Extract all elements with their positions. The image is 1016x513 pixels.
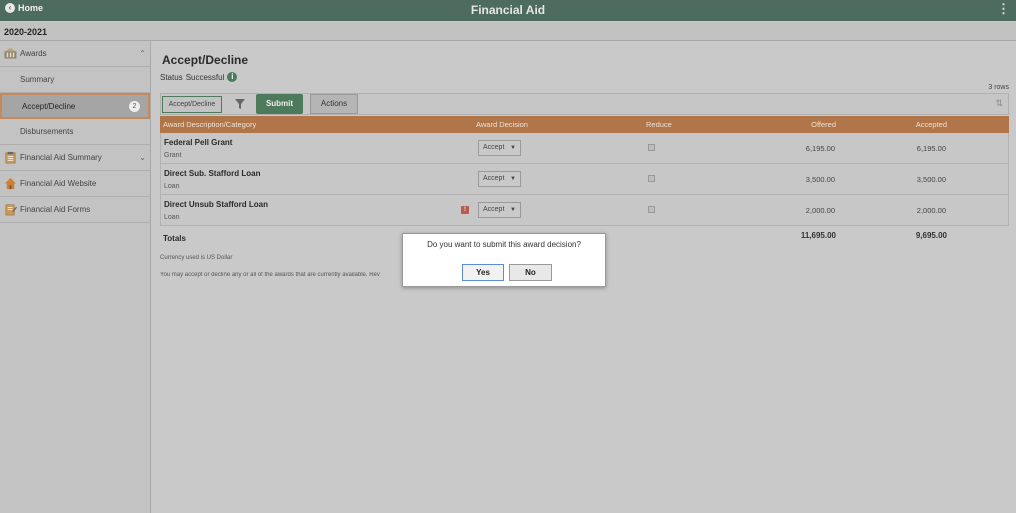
reduce-checkbox[interactable] [648,206,655,213]
reduce-checkbox[interactable] [648,144,655,151]
column-header-description[interactable]: Award Description/Category [163,120,256,129]
accepted-amount: 2,000.00 [916,206,946,215]
offered-amount: 6,195.00 [805,144,835,153]
award-name: Direct Unsub Stafford Loan [164,200,269,209]
column-header-accepted[interactable]: Accepted [916,120,947,129]
clipboard-icon [5,151,16,164]
submit-button[interactable]: Submit [256,94,303,114]
sidebar-item-label: Summary [20,75,55,84]
info-note: You may accept or decline any or all of … [160,272,380,278]
filter-icon[interactable] [234,97,246,111]
offered-amount: 3,500.00 [805,175,835,184]
chevron-up-icon: ⌃ [139,49,146,58]
sidebar-item-label: Financial Aid Forms [20,205,91,214]
select-value: Accept [483,144,505,151]
sidebar-item-financial-aid-forms[interactable]: Financial Aid Forms [0,197,150,223]
totals-offered: 11,695.00 [800,231,836,240]
table-row: Direct Sub. Stafford Loan Loan Accept ▼ 3… [160,164,1009,195]
awards-grid: Award Description/Category Award Decisio… [160,116,1009,248]
grid-toolbar: Accept/Decline Submit Actions ⇅ [160,93,1009,115]
table-row: Federal Pell Grant Grant Accept ▼ 6,195.0… [160,133,1009,164]
totals-label: Totals [163,234,186,243]
sidebar-item-accept-decline[interactable]: Accept/Decline 2 [0,93,150,119]
award-decision-select[interactable]: Accept ▼ [478,171,521,187]
award-category: Loan [164,214,180,221]
column-header-offered[interactable]: Offered [811,120,836,129]
kebab-icon[interactable]: ⋮ [997,1,1010,17]
row-count: 3 rows [988,84,1009,91]
tab-accept-decline[interactable]: Accept/Decline [162,96,222,113]
status-line: Status Successful i [160,72,238,82]
app-header: ‹ Home Financial Aid ⋮ [0,0,1016,21]
currency-note: Currency used is US Dollar [160,255,233,261]
aid-year-bar: 2020-2021 [0,22,1016,41]
select-value: Accept [483,175,505,182]
sidebar-item-label: Financial Aid Website [20,179,97,188]
sidebar-item-financial-aid-summary[interactable]: Financial Aid Summary ⌄ [0,145,150,171]
sidebar-item-label: Awards [20,49,47,58]
dropdown-arrow-icon: ▼ [510,176,516,182]
sidebar-item-disbursements[interactable]: Disbursements [0,119,150,145]
sidebar-item-label: Accept/Decline [22,101,76,111]
warning-icon[interactable]: ! [461,206,469,214]
actions-button[interactable]: Actions [310,94,358,114]
count-badge: 2 [129,101,140,112]
sidebar-item-label: Financial Aid Summary [20,153,102,162]
award-decision-select[interactable]: Accept ▼ [478,202,521,218]
sidebar: Awards ⌃ Summary Accept/Decline 2 Disbur… [0,41,151,513]
dropdown-arrow-icon: ▼ [510,207,516,213]
chevron-down-icon: ⌄ [139,153,146,162]
dropdown-arrow-icon: ▼ [510,145,516,151]
sidebar-item-financial-aid-website[interactable]: Financial Aid Website [0,171,150,197]
form-icon [5,204,17,216]
table-row: Direct Unsub Stafford Loan Loan ! Accept… [160,195,1009,226]
award-decision-select[interactable]: Accept ▼ [478,140,521,156]
awards-icon [4,47,17,59]
confirm-dialog: Do you want to submit this award decisio… [402,233,606,287]
column-header-decision[interactable]: Award Decision [476,120,528,129]
totals-accepted: 9,695.00 [915,231,947,240]
no-button[interactable]: No [509,264,552,281]
award-name: Direct Sub. Stafford Loan [164,169,261,178]
award-category: Loan [164,183,180,190]
reduce-checkbox[interactable] [648,175,655,182]
status-label: Status [160,72,183,82]
aid-year: 2020-2021 [4,27,48,37]
sidebar-item-summary[interactable]: Summary [0,67,150,93]
offered-amount: 2,000.00 [805,206,835,215]
accepted-amount: 3,500.00 [916,175,946,184]
status-value: Successful [185,72,225,82]
grid-header: Award Description/Category Award Decisio… [160,116,1009,133]
info-icon[interactable]: i [227,72,238,82]
award-name: Federal Pell Grant [164,138,233,147]
accepted-amount: 6,195.00 [916,144,946,153]
page-header-title: Financial Aid [470,3,546,17]
sidebar-item-awards[interactable]: Awards ⌃ [0,41,150,67]
sort-icon[interactable]: ⇅ [995,98,1003,109]
sidebar-item-label: Disbursements [20,127,74,136]
house-icon [4,177,17,190]
column-header-reduce[interactable]: Reduce [646,120,672,129]
dialog-message: Do you want to submit this award decisio… [427,240,581,249]
yes-button[interactable]: Yes [462,264,504,281]
page-title: Accept/Decline [162,53,249,67]
select-value: Accept [483,206,505,213]
award-category: Grant [164,152,182,159]
